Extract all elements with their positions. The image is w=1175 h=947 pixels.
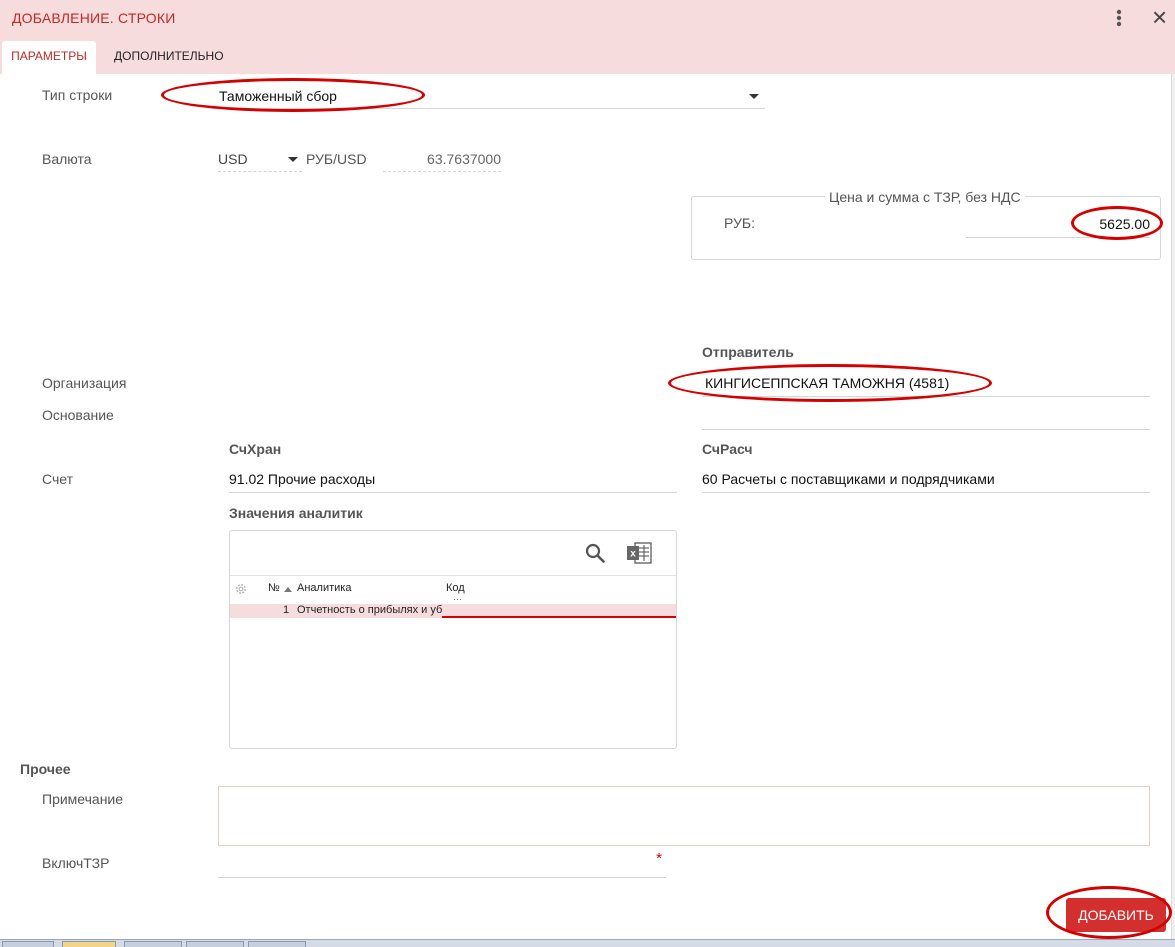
taskbar-item[interactable] — [124, 941, 182, 947]
account-label: Счет — [42, 471, 73, 487]
price-legend: Цена и сумма с ТЗР, без НДС — [825, 189, 1025, 205]
close-icon[interactable]: × — [1152, 4, 1167, 30]
row-type-value: Таможенный сбор — [219, 88, 337, 104]
currency-label: Валюта — [42, 151, 92, 167]
row-type-select[interactable]: Таможенный сбор — [212, 84, 765, 109]
analytics-grid-header: № Аналитика Код ··· — [230, 575, 676, 604]
column-resize-icon[interactable]: ··· — [453, 594, 462, 604]
search-icon[interactable] — [584, 542, 606, 564]
sort-asc-icon[interactable] — [284, 587, 292, 592]
price-currency-label: РУБ: — [724, 215, 756, 231]
chevron-down-icon[interactable] — [288, 157, 298, 162]
other-section-label: Прочее — [20, 761, 71, 777]
taskbar-item[interactable] — [248, 941, 306, 947]
basis-label: Основание — [42, 407, 114, 423]
add-button[interactable]: ДОБАВИТЬ — [1066, 898, 1166, 932]
settlement-account-label: СчРасч — [702, 441, 753, 457]
gear-icon[interactable] — [234, 582, 248, 596]
excel-export-icon[interactable]: x — [626, 541, 652, 565]
rate-label: РУБ/USD — [306, 151, 367, 167]
taskbar-item[interactable] — [186, 941, 244, 947]
currency-value: USD — [218, 151, 248, 167]
sender-value: КИНГИСЕППСКАЯ ТАМОЖНЯ (4581) — [705, 375, 950, 391]
storage-account-field[interactable]: 91.02 Прочие расходы — [229, 466, 677, 493]
rate-value: 63.7637000 — [427, 151, 501, 167]
tzr-field[interactable]: * — [218, 850, 666, 878]
tab-parameters[interactable]: ПАРАМЕТРЫ — [2, 41, 96, 74]
svg-text:x: x — [630, 549, 636, 560]
table-row[interactable]: 1 Отчетность о прибылях и убы — [230, 604, 676, 618]
storage-account-value: 91.02 Прочие расходы — [229, 471, 376, 487]
settlement-account-field[interactable]: 60 Расчеты с поставщиками и подрядчиками — [702, 466, 1150, 493]
column-code-header[interactable]: Код — [446, 582, 465, 594]
storage-account-label: СчХран — [229, 441, 282, 457]
currency-select[interactable]: USD — [218, 147, 302, 172]
taskbar-item[interactable] — [62, 941, 116, 947]
basis-field[interactable] — [702, 405, 1150, 430]
price-value: 5625.00 — [1099, 216, 1150, 232]
column-number-header[interactable]: № — [268, 582, 280, 594]
note-label: Примечание — [42, 791, 124, 807]
note-textarea[interactable] — [218, 786, 1150, 846]
dialog-title: ДОБАВЛЕНИЕ. СТРОКИ — [12, 10, 176, 26]
row-type-label: Тип строки — [42, 87, 113, 103]
taskbar-item[interactable] — [2, 941, 54, 947]
column-analytics-header[interactable]: Аналитика — [297, 582, 351, 594]
row-number: 1 — [283, 604, 290, 616]
settlement-account-value: 60 Расчеты с поставщиками и подрядчиками — [702, 471, 995, 487]
row-analytics: Отчетность о прибылях и убы — [297, 604, 442, 616]
required-mark: * — [656, 850, 662, 867]
chevron-down-icon[interactable] — [749, 94, 759, 99]
row-code-editor[interactable] — [442, 604, 676, 618]
analytics-label: Значения аналитик — [229, 505, 363, 521]
sender-field[interactable]: КИНГИСЕППСКАЯ ТАМОЖНЯ (4581) — [702, 370, 1150, 397]
rate-field[interactable]: 63.7637000 — [383, 147, 501, 172]
sender-label: Отправитель — [702, 344, 794, 360]
tzr-label: ВключТЗР — [42, 855, 110, 871]
scrollbar[interactable] — [1171, 74, 1175, 939]
analytics-grid — [229, 530, 677, 749]
organization-label: Организация — [42, 375, 127, 391]
tab-additional[interactable]: ДОПОЛНИТЕЛЬНО — [114, 49, 224, 63]
vertical-dots-icon[interactable] — [1110, 8, 1128, 30]
price-input[interactable]: 5625.00 — [966, 210, 1150, 238]
